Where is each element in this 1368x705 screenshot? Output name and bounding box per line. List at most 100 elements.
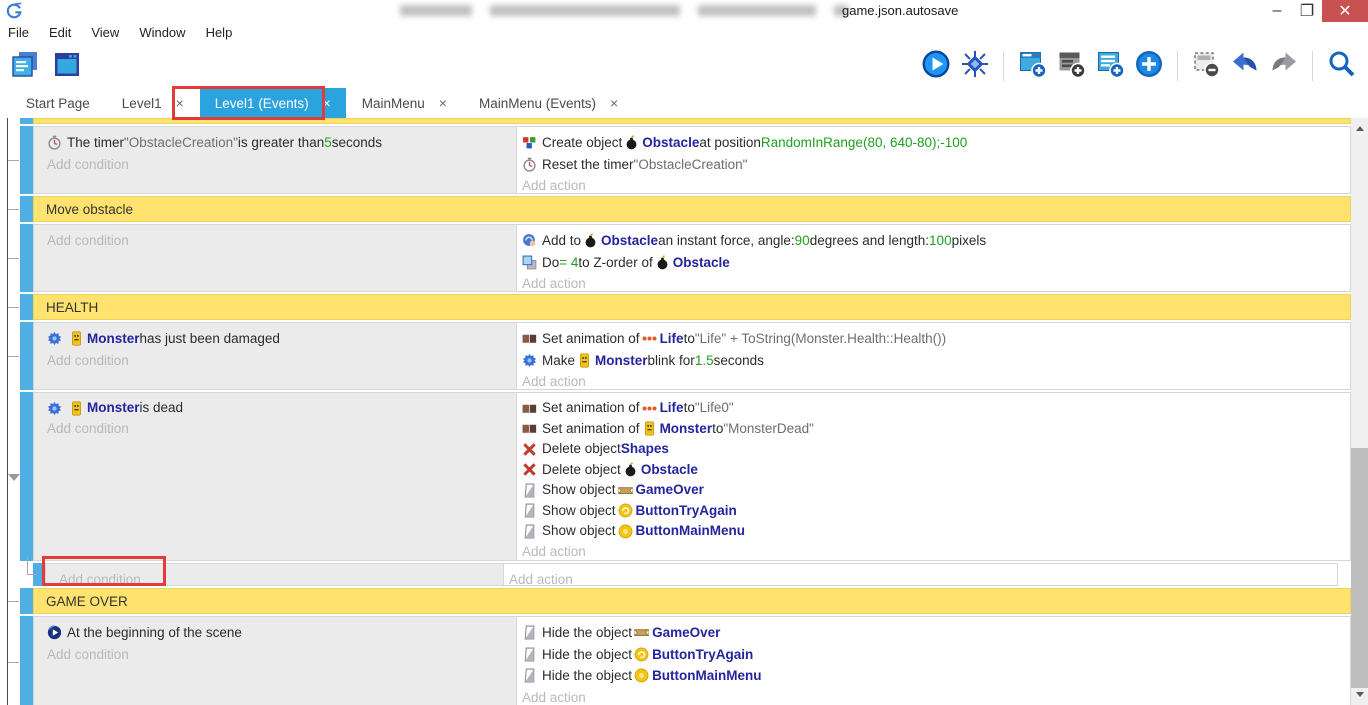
restore-button[interactable]: ❐ [1292, 0, 1322, 22]
tree-handle[interactable] [8, 601, 19, 602]
force-icon [522, 233, 537, 248]
comment-text[interactable]: HEALTH [33, 294, 1351, 320]
tab-mainmenu[interactable]: MainMenu× [346, 88, 463, 118]
tab-level1-events-[interactable]: Level1 (Events)× [200, 88, 346, 118]
event-row: Monster is deadAdd condition Set animatio… [20, 392, 1351, 561]
tab-close-icon[interactable]: × [610, 96, 618, 110]
menu-window[interactable]: Window [129, 22, 195, 44]
tab-level1[interactable]: Level1× [106, 88, 200, 118]
event-instruction[interactable]: Do = 4 to Z-order of Obstacle [522, 252, 1350, 274]
project-manager-icon [10, 49, 40, 84]
toolbar-divider [1312, 51, 1313, 81]
tree-handle[interactable] [8, 160, 19, 161]
event-instruction[interactable]: Make Monster blink for 1.5 seconds [522, 350, 1350, 372]
tree-handle[interactable] [8, 209, 19, 210]
tab-start-page[interactable]: Start Page [10, 88, 106, 118]
event-instruction[interactable]: Add to Obstacle an instant force, angle:… [522, 230, 1350, 252]
add-condition-button[interactable]: Add condition [47, 230, 516, 252]
redo-button[interactable] [1267, 49, 1301, 83]
event-instruction[interactable]: Reset the timer "ObstacleCreation" [522, 154, 1350, 176]
tree-handle[interactable] [8, 356, 19, 357]
delete-icon [522, 462, 537, 477]
object-name: ButtonMainMenu [636, 521, 745, 542]
button-yellow2-icon [618, 524, 633, 539]
event-instruction[interactable]: Hide the object ButtonTryAgain [522, 644, 1350, 666]
search-button[interactable] [1324, 49, 1358, 83]
events-sheet: The timer "ObstacleCreation" is greater … [0, 118, 1351, 705]
event-instruction[interactable]: Hide the object ButtonMainMenu [522, 665, 1350, 687]
add-condition-button[interactable]: Add condition [47, 154, 516, 176]
event-instruction[interactable]: Set animation of Monster to "MonsterDead… [522, 419, 1350, 440]
add-circle-button[interactable] [1132, 49, 1166, 83]
menu-edit[interactable]: Edit [39, 22, 81, 44]
menu-file[interactable]: File [8, 22, 39, 44]
add-condition-button[interactable]: Add condition [47, 419, 516, 440]
event-bar [20, 588, 33, 614]
object-name: Monster [595, 350, 648, 372]
close-button[interactable]: ✕ [1322, 0, 1368, 22]
comment-text[interactable]: GAME OVER [33, 588, 1351, 614]
event-instruction[interactable]: Delete object Obstacle [522, 460, 1350, 481]
add-action-button[interactable]: Add action [522, 542, 1350, 563]
event-instruction[interactable]: Delete object Shapes [522, 439, 1350, 460]
event-bar[interactable] [20, 392, 33, 561]
scrollbar-thumb[interactable] [1351, 448, 1368, 688]
event-instruction[interactable]: At the beginning of the scene [47, 622, 516, 644]
minimize-button[interactable]: – [1262, 0, 1292, 22]
tree-handle[interactable] [8, 307, 19, 308]
tree-handle[interactable] [8, 258, 19, 259]
comment-text[interactable]: Move obstacle [33, 196, 1351, 222]
scene-window-button[interactable] [50, 49, 84, 83]
event-instruction[interactable]: Set animation of Life to "Life0" [522, 398, 1350, 419]
event-instruction[interactable]: Show object ButtonMainMenu [522, 521, 1350, 542]
scroll-down-arrow[interactable] [1351, 686, 1368, 703]
object-name: Shapes [621, 439, 669, 460]
event-instruction[interactable]: Set animation of Life to "Life" + ToStri… [522, 328, 1350, 350]
event-bar[interactable] [20, 616, 33, 705]
object-name: ButtonTryAgain [652, 644, 753, 666]
menu-view[interactable]: View [81, 22, 129, 44]
remove-event-button[interactable] [1189, 49, 1223, 83]
add-action-button[interactable]: Add action [522, 687, 1350, 705]
event-bar[interactable] [20, 322, 33, 390]
event-instruction[interactable]: Monster is dead [47, 398, 516, 419]
tab-close-icon[interactable]: × [439, 96, 447, 110]
tab-close-icon[interactable]: × [176, 96, 184, 110]
event-instruction[interactable]: Create object Obstacle at position Rando… [522, 132, 1350, 154]
add-action-button[interactable]: Add action [522, 175, 1350, 197]
add-subevent-button[interactable] [1054, 49, 1088, 83]
conditions-cell: Monster is deadAdd condition [33, 392, 516, 561]
event-instruction[interactable]: Show object GameOver [522, 480, 1350, 501]
conditions-cell: At the beginning of the sceneAdd conditi… [33, 616, 516, 705]
project-manager-button[interactable] [8, 49, 42, 83]
play-icon [921, 49, 951, 84]
menu-help[interactable]: Help [196, 22, 243, 44]
undo-button[interactable] [1228, 49, 1262, 83]
tree-handle[interactable] [8, 662, 19, 663]
visibility-icon [522, 483, 537, 498]
add-event-button[interactable] [1015, 49, 1049, 83]
event-instruction[interactable]: Hide the object GameOver [522, 622, 1350, 644]
add-condition-button[interactable]: Add condition [47, 350, 516, 372]
debug-button[interactable] [958, 49, 992, 83]
visibility-icon [522, 625, 537, 640]
tab-label: Start Page [26, 96, 90, 111]
tab-mainmenu-events-[interactable]: MainMenu (Events)× [463, 88, 634, 118]
actions-cell: Set animation of Life to "Life" + ToStri… [516, 322, 1351, 390]
add-comment-button[interactable] [1093, 49, 1127, 83]
visibility-icon [522, 503, 537, 518]
event-bar[interactable] [20, 224, 33, 292]
add-condition-button[interactable]: Add condition [47, 644, 516, 666]
event-instruction[interactable]: Monster has just been damaged [47, 328, 516, 350]
add-action-button[interactable]: Add action [522, 371, 1350, 393]
object-name: Obstacle [673, 252, 730, 274]
play-button[interactable] [919, 49, 953, 83]
event-instruction[interactable]: Show object ButtonTryAgain [522, 501, 1350, 522]
add-action-button[interactable]: Add action [522, 273, 1350, 295]
vertical-scrollbar[interactable] [1351, 118, 1368, 705]
tab-close-icon[interactable]: × [323, 96, 331, 110]
scroll-up-arrow[interactable] [1351, 120, 1368, 137]
collapse-arrow-icon[interactable] [8, 474, 20, 481]
event-bar[interactable] [20, 126, 33, 194]
event-instruction[interactable]: The timer "ObstacleCreation" is greater … [47, 132, 516, 154]
